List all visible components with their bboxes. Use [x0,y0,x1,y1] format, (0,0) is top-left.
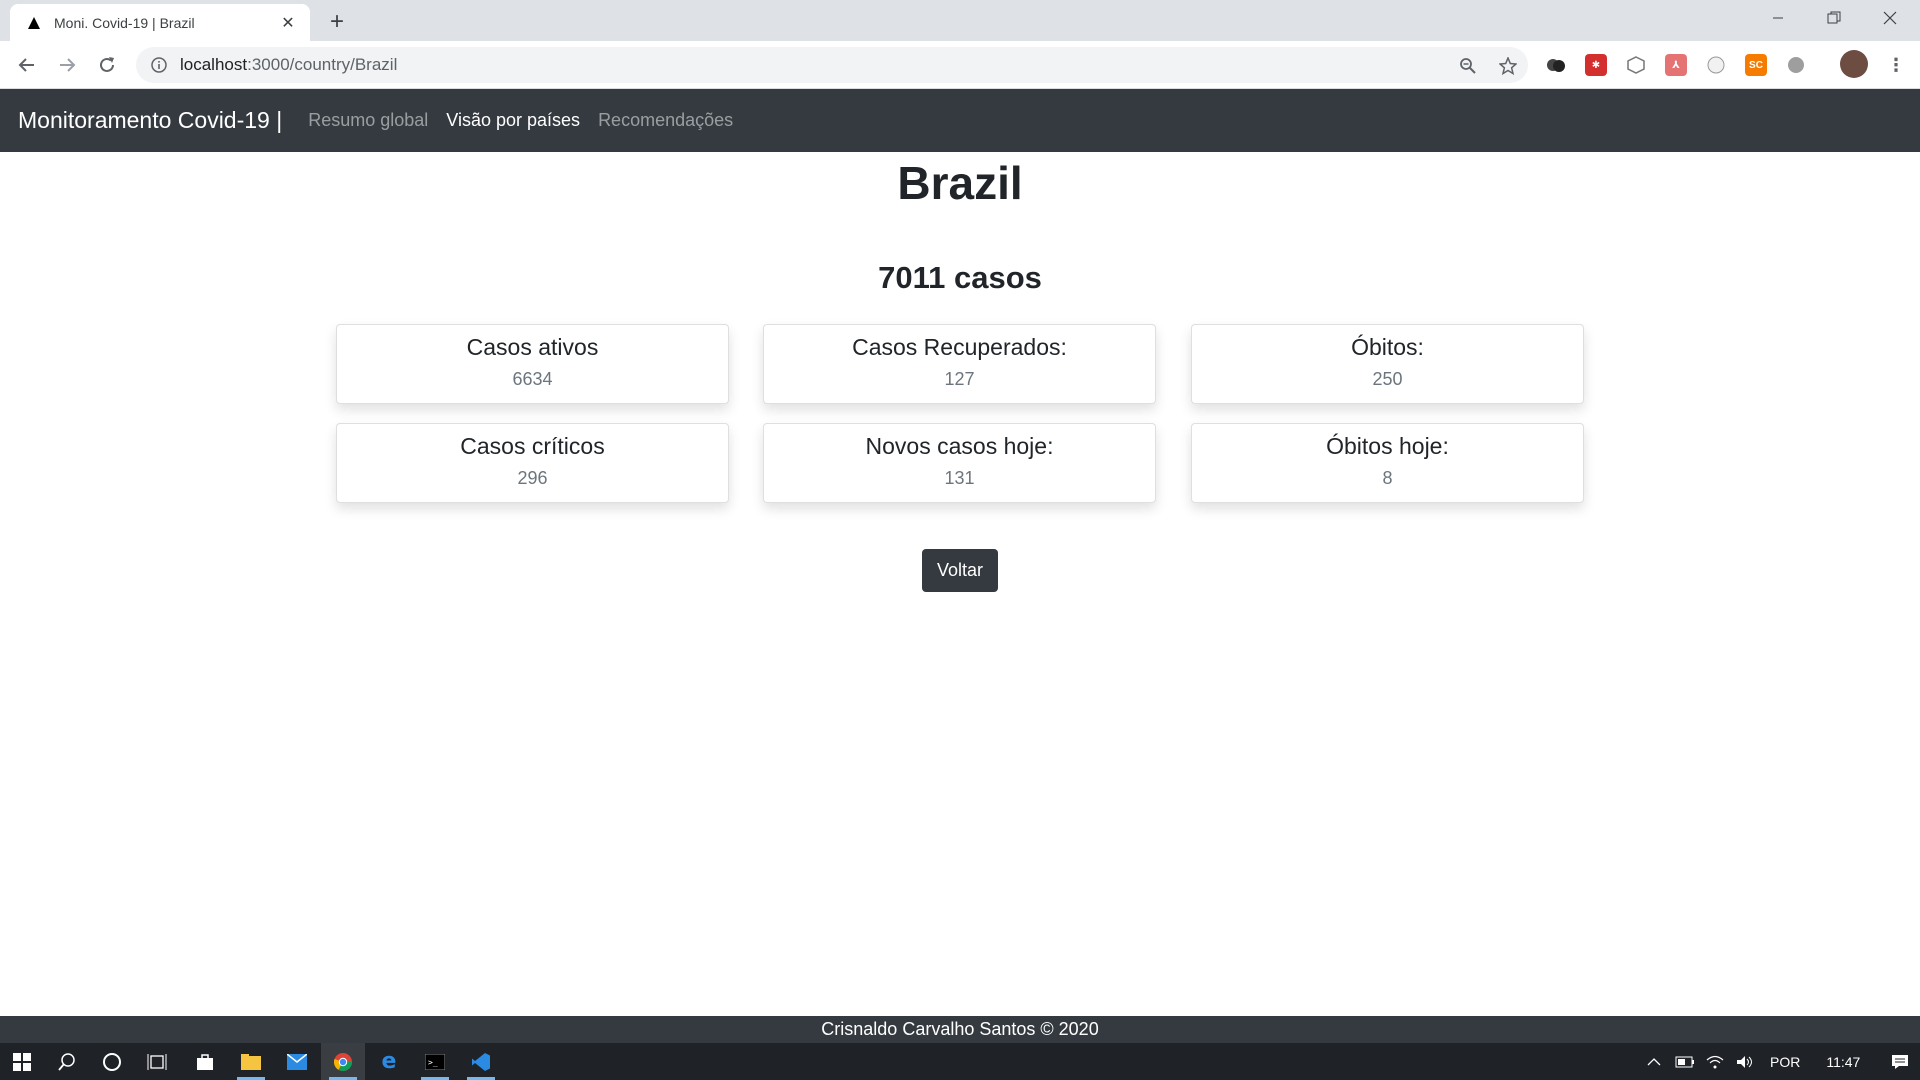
browser-tabstrip: Moni. Covid-19 | Brazil ✕ + [0,0,1920,41]
browser-toolbar: localhost:3000/country/Brazil ✱ ⅄ SC ⋮ [0,41,1920,89]
pdf-extension-icon[interactable]: ⅄ [1665,54,1687,76]
windows-taskbar: e >_ POR 11:47 [0,1043,1920,1080]
back-arrow-icon[interactable] [11,49,43,81]
reload-icon[interactable] [91,49,123,81]
card-title: Óbitos: [1351,334,1424,360]
url-host: localhost [180,55,248,74]
app-navbar: Monitoramento Covid-19 | Resumo global V… [0,89,1920,152]
card-title: Casos ativos [466,334,599,360]
browser-tab[interactable]: Moni. Covid-19 | Brazil ✕ [10,4,310,41]
extension-icon[interactable] [1705,54,1727,76]
notifications-icon[interactable] [1880,1054,1920,1070]
card-value: 6634 [512,369,553,389]
url-text: localhost:3000/country/Brazil [180,55,397,75]
extension-icon[interactable] [1625,54,1647,76]
extension-icon[interactable]: ✱ [1585,54,1607,76]
wifi-icon[interactable] [1700,1055,1730,1069]
volume-icon[interactable] [1730,1055,1760,1069]
minimize-icon[interactable] [1750,0,1806,36]
card-value: 8 [1382,468,1393,488]
profile-avatar[interactable] [1840,50,1868,78]
card-title: Casos críticos [460,433,605,459]
mail-icon[interactable] [275,1043,319,1080]
battery-icon[interactable] [1670,1056,1700,1068]
file-explorer-icon[interactable] [229,1043,273,1080]
edge-icon[interactable]: e [367,1043,411,1080]
menu-dots-icon[interactable]: ⋮ [1885,54,1907,76]
card-title: Óbitos hoje: [1326,433,1449,459]
info-icon[interactable] [150,56,168,74]
nav-link-visao-por-paises[interactable]: Visão por países [446,110,580,131]
page-footer: Crisnaldo Carvalho Santos © 2020 [0,1016,1920,1043]
chevron-up-icon[interactable] [1642,1057,1666,1067]
stat-card-deaths: Óbitos: 250 [1191,324,1584,404]
tab-title: Moni. Covid-19 | Brazil [54,14,195,31]
nav-link-recomendacoes[interactable]: Recomendações [598,110,733,131]
card-title: Casos Recuperados: [852,334,1067,360]
stat-card-deaths-today: Óbitos hoje: 8 [1191,423,1584,503]
close-tab-icon[interactable]: ✕ [278,13,298,33]
url-path: :3000/country/Brazil [247,55,398,74]
stat-card-critical: Casos críticos 296 [336,423,729,503]
language-indicator[interactable]: POR [1770,1054,1800,1070]
total-cases: 7011 casos [878,260,1042,295]
card-value: 131 [944,468,975,488]
card-value: 250 [1372,369,1403,389]
navbar-brand[interactable]: Monitoramento Covid-19 | [18,107,282,134]
zoom-icon[interactable] [1458,56,1478,76]
extension-icon[interactable] [1785,54,1807,76]
bookmark-star-icon[interactable] [1498,56,1518,76]
card-value: 127 [944,369,975,389]
stat-card-active: Casos ativos 6634 [336,324,729,404]
card-value: 296 [517,468,548,488]
extension-icon[interactable]: SC [1745,54,1767,76]
task-view-icon[interactable] [135,1043,179,1080]
window-close-icon[interactable] [1862,0,1918,36]
cortana-icon[interactable] [90,1043,134,1080]
system-tray: POR 11:47 [1642,1043,1920,1080]
card-title: Novos casos hoje: [865,433,1054,459]
store-icon[interactable] [183,1043,227,1080]
triangle-favicon-icon [26,15,42,31]
restore-icon[interactable] [1806,0,1862,36]
back-button[interactable]: Voltar [922,549,998,592]
nav-link-resumo-global[interactable]: Resumo global [308,110,428,131]
forward-arrow-icon[interactable] [51,49,83,81]
svg-text:>_: >_ [428,1058,438,1067]
vscode-icon[interactable] [459,1043,503,1080]
stat-card-recovered: Casos Recuperados: 127 [763,324,1156,404]
clock-time[interactable]: 11:47 [1826,1054,1860,1070]
country-title: Brazil [897,157,1023,209]
chrome-icon[interactable] [321,1043,365,1080]
windows-start-icon[interactable] [0,1043,44,1080]
stat-card-new-cases-today: Novos casos hoje: 131 [763,423,1156,503]
address-bar[interactable]: localhost:3000/country/Brazil [136,47,1528,83]
terminal-icon[interactable]: >_ [413,1043,457,1080]
search-icon[interactable] [45,1043,89,1080]
new-tab-button[interactable]: + [323,8,351,36]
extension-icon[interactable] [1545,54,1567,76]
